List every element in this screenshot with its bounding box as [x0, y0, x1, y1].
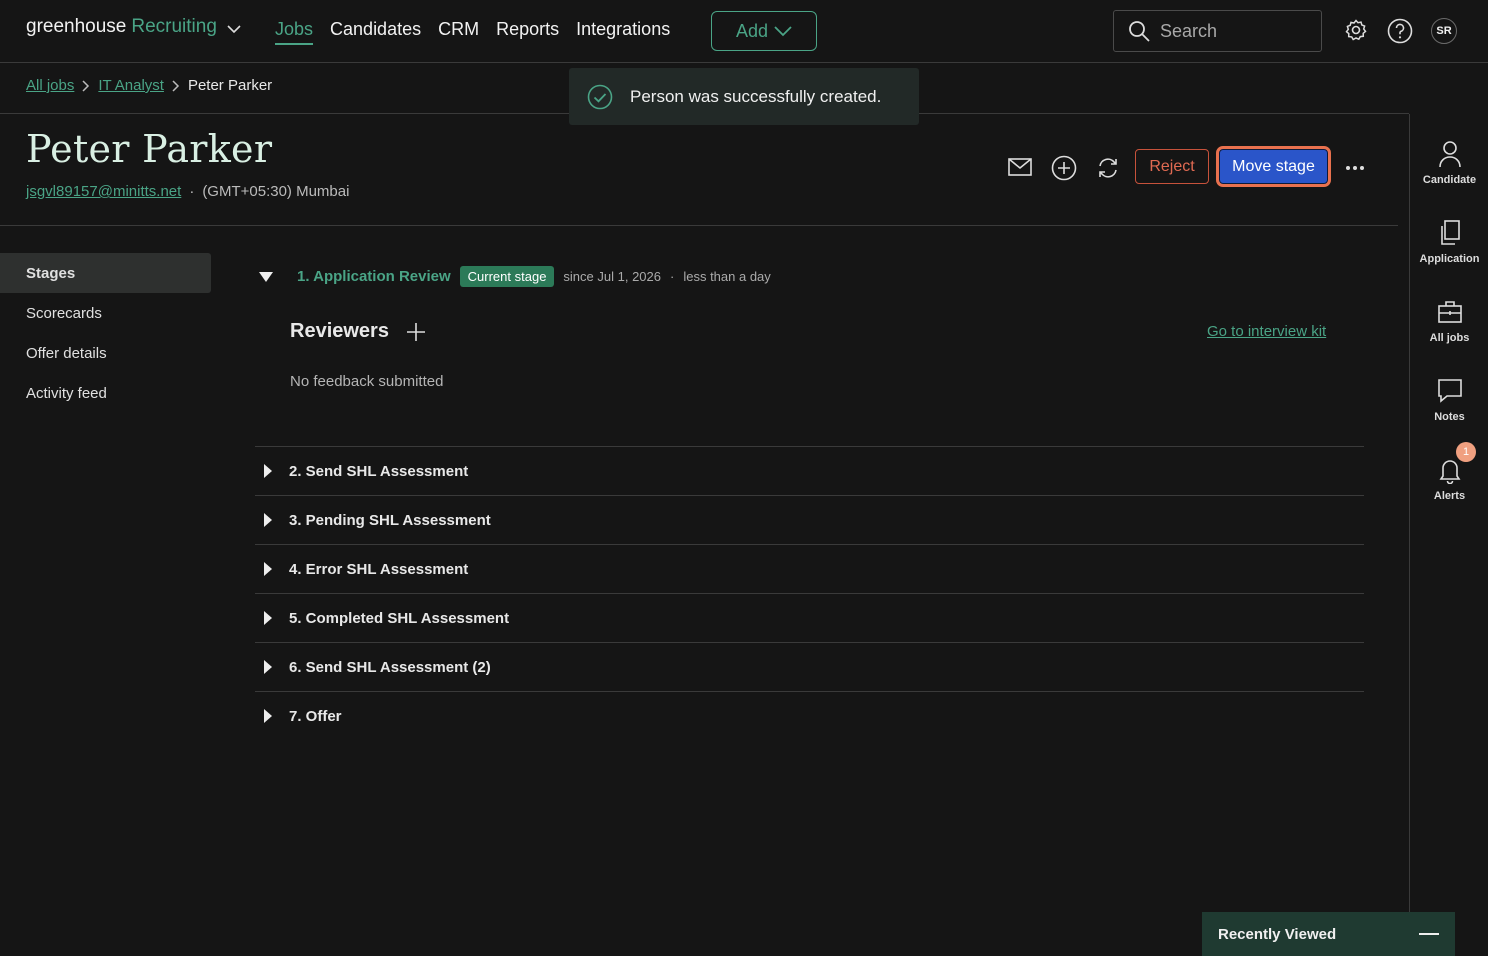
- sidenav-stages[interactable]: Stages: [0, 253, 211, 293]
- move-stage-button[interactable]: Move stage: [1216, 146, 1331, 187]
- stage-row[interactable]: 6. Send SHL Assessment (2): [255, 642, 1364, 691]
- rail-all-jobs[interactable]: All jobs: [1410, 298, 1488, 344]
- rail-all-jobs-label: All jobs: [1429, 332, 1470, 344]
- caret-down-icon[interactable]: [258, 271, 274, 283]
- toast-message: Person was successfully created.: [630, 86, 882, 106]
- add-button[interactable]: Add: [711, 11, 817, 51]
- breadcrumb-job[interactable]: IT Analyst: [98, 77, 164, 94]
- candidate-email[interactable]: jsgvl89157@minitts.net: [26, 183, 181, 200]
- check-circle-icon: [587, 84, 613, 109]
- chevron-right-icon: [172, 79, 180, 92]
- side-navigation: Stages Scorecards Offer details Activity…: [0, 253, 211, 413]
- alerts-count-badge: 1: [1456, 442, 1476, 462]
- logo-greenhouse: greenhouse: [26, 16, 127, 37]
- logo-recruiting: Recruiting: [131, 16, 217, 37]
- stage-name: 4. Error SHL Assessment: [289, 560, 469, 578]
- stage-row[interactable]: 5. Completed SHL Assessment: [255, 593, 1364, 642]
- stage-name: 3. Pending SHL Assessment: [289, 511, 491, 529]
- gear-icon[interactable]: [1344, 18, 1368, 42]
- avatar[interactable]: SR: [1431, 18, 1457, 44]
- search-input[interactable]: [1160, 20, 1300, 42]
- sidenav-activity-feed[interactable]: Activity feed: [0, 373, 211, 413]
- meta-separator: ·: [670, 269, 675, 284]
- stage-name: 7. Offer: [289, 707, 342, 725]
- nav-jobs[interactable]: Jobs: [275, 19, 314, 45]
- nav-crm[interactable]: CRM: [438, 19, 479, 45]
- email-icon[interactable]: [1008, 158, 1032, 176]
- main-nav-links: Jobs Candidates CRM Reports Integrations: [275, 19, 687, 45]
- stage-row[interactable]: 2. Send SHL Assessment: [255, 446, 1364, 495]
- breadcrumb-current: Peter Parker: [187, 77, 273, 94]
- caret-right-icon: [264, 611, 272, 625]
- add-circle-icon[interactable]: [1051, 155, 1077, 181]
- reject-button[interactable]: Reject: [1135, 149, 1209, 184]
- chevron-down-icon[interactable]: [227, 24, 241, 34]
- more-options-icon[interactable]: [1345, 158, 1365, 178]
- add-label: Add: [735, 20, 769, 41]
- meta-separator: ·: [189, 183, 195, 200]
- refresh-icon[interactable]: [1096, 155, 1120, 181]
- stage-since: since Jul 1, 2026: [563, 269, 661, 284]
- stage-row[interactable]: 4. Error SHL Assessment: [255, 544, 1364, 593]
- help-icon[interactable]: [1387, 18, 1413, 44]
- caret-right-icon: [264, 709, 272, 723]
- minimize-icon[interactable]: [1419, 932, 1439, 936]
- candidate-timezone: (GMT+05:30) Mumbai: [202, 183, 350, 200]
- top-navigation: greenhouse Recruiting Jobs Candidates CR…: [0, 0, 1488, 63]
- document-copy-icon: [1440, 220, 1460, 245]
- logo[interactable]: greenhouse Recruiting: [26, 16, 241, 38]
- no-feedback-text: No feedback submitted: [290, 373, 444, 390]
- plus-icon[interactable]: [406, 322, 426, 342]
- rail-alerts-label: Alerts: [1433, 490, 1466, 502]
- stage-row[interactable]: 7. Offer: [255, 691, 1364, 740]
- caret-right-icon: [264, 562, 272, 576]
- briefcase-icon: [1437, 301, 1462, 323]
- stage-name: 6. Send SHL Assessment (2): [289, 658, 491, 676]
- breadcrumb: All jobs IT Analyst Peter Parker: [26, 77, 272, 94]
- rail-alerts[interactable]: Alerts: [1410, 456, 1488, 502]
- candidate-name: Peter Parker: [26, 127, 273, 171]
- divider: [0, 225, 1398, 226]
- current-stage-title: 1. Application Review: [297, 268, 451, 285]
- stage-list: 2. Send SHL Assessment 3. Pending SHL As…: [255, 446, 1364, 740]
- sidenav-scorecards[interactable]: Scorecards: [0, 293, 211, 333]
- nav-reports[interactable]: Reports: [496, 19, 559, 45]
- recently-viewed-panel[interactable]: Recently Viewed: [1202, 912, 1455, 956]
- sidenav-offer-details[interactable]: Offer details: [0, 333, 211, 373]
- rail-application-label: Application: [1419, 253, 1480, 265]
- caret-right-icon: [264, 513, 272, 527]
- stage-row[interactable]: 3. Pending SHL Assessment: [255, 495, 1364, 544]
- caret-right-icon: [264, 464, 272, 478]
- rail-candidate-label: Candidate: [1422, 174, 1477, 186]
- candidate-meta: jsgvl89157@minitts.net · (GMT+05:30) Mum…: [26, 183, 349, 200]
- chevron-down-icon: [774, 25, 792, 36]
- chat-bubble-icon: [1437, 379, 1462, 403]
- chevron-right-icon: [82, 79, 90, 92]
- search-icon: [1129, 21, 1150, 42]
- search-box[interactable]: [1113, 10, 1322, 52]
- rail-candidate[interactable]: Candidate: [1410, 140, 1488, 186]
- stage-name: 5. Completed SHL Assessment: [289, 609, 510, 627]
- stage-duration: less than a day: [683, 269, 771, 284]
- nav-candidates[interactable]: Candidates: [330, 19, 421, 45]
- rail-notes[interactable]: Notes: [1410, 377, 1488, 423]
- nav-integrations[interactable]: Integrations: [576, 19, 670, 45]
- rail-notes-label: Notes: [1434, 411, 1465, 423]
- recently-viewed-label: Recently Viewed: [1218, 925, 1337, 943]
- success-toast: Person was successfully created.: [569, 68, 919, 125]
- current-stage-badge: Current stage: [459, 266, 555, 287]
- reviewers-section: Reviewers: [290, 320, 426, 343]
- reviewers-heading: Reviewers: [290, 320, 389, 342]
- caret-right-icon: [264, 660, 272, 674]
- right-rail: Candidate Application All jobs Notes Ale…: [1409, 114, 1488, 956]
- rail-application[interactable]: Application: [1410, 219, 1488, 265]
- interview-kit-link[interactable]: Go to interview kit: [1207, 323, 1326, 340]
- current-stage-header[interactable]: 1. Application Review Current stage sinc…: [258, 266, 771, 287]
- breadcrumb-all-jobs[interactable]: All jobs: [26, 77, 74, 94]
- stage-name: 2. Send SHL Assessment: [289, 462, 469, 480]
- bell-icon: [1439, 460, 1460, 484]
- person-icon: [1438, 141, 1461, 168]
